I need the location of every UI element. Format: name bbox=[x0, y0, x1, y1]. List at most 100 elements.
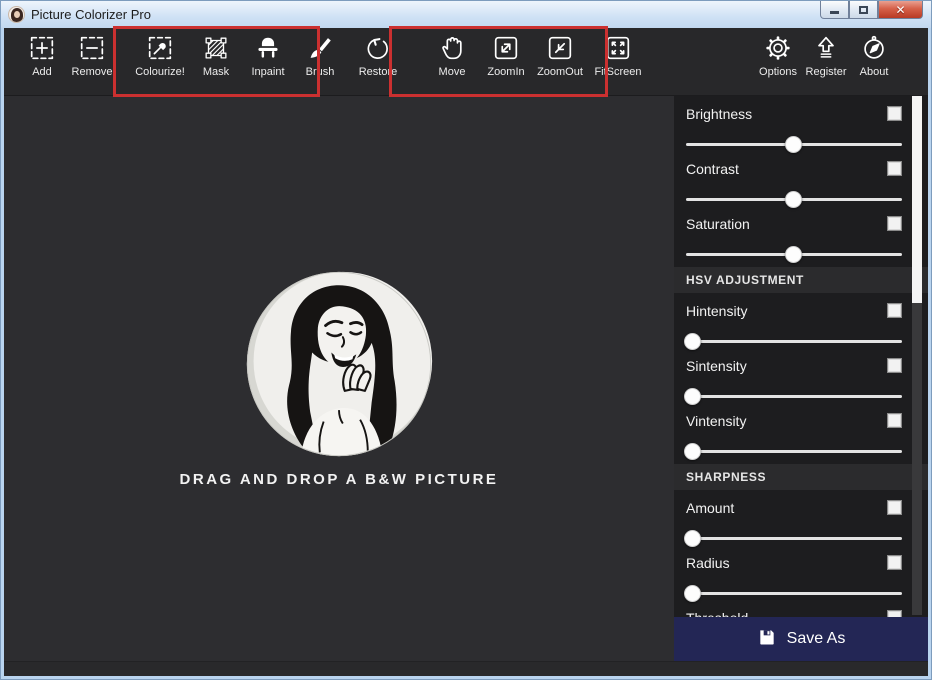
zoom-in-icon bbox=[490, 32, 522, 64]
toolbar-button-mask[interactable]: Mask bbox=[192, 32, 240, 92]
panel-scrollbar-thumb[interactable] bbox=[912, 96, 922, 303]
image-canvas-dropzone[interactable]: DRAG AND DROP A B&W PICTURE bbox=[4, 96, 674, 661]
toolbar-button-about[interactable]: About bbox=[850, 32, 898, 92]
minimize-button[interactable] bbox=[820, 1, 849, 19]
contrast-slider[interactable] bbox=[686, 191, 902, 208]
sintensity-slider[interactable] bbox=[686, 388, 902, 405]
brush-icon bbox=[304, 32, 336, 64]
slider-thumb[interactable] bbox=[785, 246, 802, 263]
toolbar-label: Add bbox=[32, 66, 52, 78]
toolbar-button-restore[interactable]: Restore bbox=[350, 32, 406, 92]
save-as-label: Save As bbox=[787, 630, 846, 648]
close-button[interactable]: ✕ bbox=[878, 1, 923, 19]
saturation-checkbox[interactable] bbox=[887, 216, 902, 231]
slider-row-contrast: Contrast bbox=[674, 153, 928, 208]
slider-label: Sintensity bbox=[686, 358, 902, 374]
maximize-button[interactable] bbox=[849, 1, 878, 19]
toolbar-label: Options bbox=[759, 66, 797, 78]
inpaint-icon bbox=[252, 32, 284, 64]
toolbar-button-register[interactable]: Register bbox=[802, 32, 850, 92]
slider-thumb[interactable] bbox=[785, 136, 802, 153]
slider-thumb[interactable] bbox=[785, 191, 802, 208]
toolbar-button-colourize[interactable]: Colourize! bbox=[132, 32, 188, 92]
close-icon: ✕ bbox=[895, 4, 905, 16]
toolbar-label: Colourize! bbox=[135, 66, 185, 78]
slider-label: Amount bbox=[686, 500, 902, 516]
toolbar-right-group: Options Register bbox=[754, 32, 898, 92]
threshold-checkbox[interactable] bbox=[887, 610, 902, 617]
slider-track bbox=[686, 592, 902, 595]
toolbar-button-remove[interactable]: Remove bbox=[68, 32, 116, 92]
panel-scrollbar[interactable] bbox=[912, 96, 922, 615]
maximize-icon bbox=[859, 6, 868, 14]
toolbar: Add Remove Colourize! bbox=[4, 28, 928, 96]
slider-track bbox=[686, 340, 902, 343]
radius-slider[interactable] bbox=[686, 585, 902, 602]
toolbar-button-move[interactable]: Move bbox=[428, 32, 476, 92]
window-title: Picture Colorizer Pro bbox=[31, 7, 151, 22]
vintensity-checkbox[interactable] bbox=[887, 413, 902, 428]
slider-thumb[interactable] bbox=[684, 388, 701, 405]
slider-thumb[interactable] bbox=[684, 443, 701, 460]
toolbar-label: About bbox=[860, 66, 889, 78]
hintensity-checkbox[interactable] bbox=[887, 303, 902, 318]
hintensity-slider[interactable] bbox=[686, 333, 902, 350]
slider-label: Radius bbox=[686, 555, 902, 571]
toolbar-button-zoomout[interactable]: ZoomOut bbox=[536, 32, 584, 92]
save-icon bbox=[757, 627, 777, 652]
toolbar-button-options[interactable]: Options bbox=[754, 32, 802, 92]
app-window: Picture Colorizer Pro ✕ Add bbox=[0, 0, 932, 680]
section-header-sharpness: SHARPNESS bbox=[674, 464, 928, 490]
amount-checkbox[interactable] bbox=[887, 500, 902, 515]
toolbar-label: ZoomOut bbox=[537, 66, 583, 78]
options-icon bbox=[762, 32, 794, 64]
save-as-button[interactable]: Save As bbox=[674, 617, 928, 661]
vintensity-slider[interactable] bbox=[686, 443, 902, 460]
toolbar-label: Register bbox=[806, 66, 847, 78]
drop-hint-text: DRAG AND DROP A B&W PICTURE bbox=[4, 471, 674, 488]
toolbar-label: Mask bbox=[203, 66, 229, 78]
about-icon bbox=[858, 32, 890, 64]
move-icon bbox=[436, 32, 468, 64]
zoom-out-icon bbox=[544, 32, 576, 64]
radius-checkbox[interactable] bbox=[887, 555, 902, 570]
slider-thumb[interactable] bbox=[684, 333, 701, 350]
toolbar-button-brush[interactable]: Brush bbox=[296, 32, 344, 92]
restore-icon bbox=[362, 32, 394, 64]
remove-icon bbox=[76, 32, 108, 64]
app-logo-icon bbox=[8, 6, 25, 23]
contrast-checkbox[interactable] bbox=[887, 161, 902, 176]
adjustments-scroll-area: Brightness Contrast bbox=[674, 96, 928, 617]
toolbar-label: Inpaint bbox=[251, 66, 284, 78]
sintensity-checkbox[interactable] bbox=[887, 358, 902, 373]
toolbar-label: Move bbox=[439, 66, 466, 78]
amount-slider[interactable] bbox=[686, 530, 902, 547]
slider-track bbox=[686, 450, 902, 453]
window-controls: ✕ bbox=[820, 1, 923, 19]
slider-row-brightness: Brightness bbox=[674, 98, 928, 153]
toolbar-label: Remove bbox=[72, 66, 113, 78]
slider-row-saturation: Saturation bbox=[674, 208, 928, 263]
brightness-slider[interactable] bbox=[686, 136, 902, 153]
slider-track bbox=[686, 537, 902, 540]
toolbar-button-add[interactable]: Add bbox=[18, 32, 66, 92]
slider-label: Threshold bbox=[686, 610, 902, 617]
slider-thumb[interactable] bbox=[684, 585, 701, 602]
toolbar-label: ZoomIn bbox=[487, 66, 524, 78]
colourize-icon bbox=[144, 32, 176, 64]
status-bar bbox=[4, 661, 928, 676]
toolbar-button-fitscreen[interactable]: FitScreen bbox=[590, 32, 646, 92]
slider-label: Contrast bbox=[686, 161, 902, 177]
toolbar-button-zoomin[interactable]: ZoomIn bbox=[482, 32, 530, 92]
slider-track bbox=[686, 395, 902, 398]
brightness-checkbox[interactable] bbox=[887, 106, 902, 121]
toolbar-button-inpaint[interactable]: Inpaint bbox=[244, 32, 292, 92]
slider-row-hintensity: Hintensity bbox=[674, 295, 928, 350]
slider-label: Saturation bbox=[686, 216, 902, 232]
add-icon bbox=[26, 32, 58, 64]
fit-screen-icon bbox=[602, 32, 634, 64]
toolbar-label: FitScreen bbox=[594, 66, 641, 78]
slider-thumb[interactable] bbox=[684, 530, 701, 547]
saturation-slider[interactable] bbox=[686, 246, 902, 263]
adjustments-panel: Brightness Contrast bbox=[674, 96, 928, 661]
